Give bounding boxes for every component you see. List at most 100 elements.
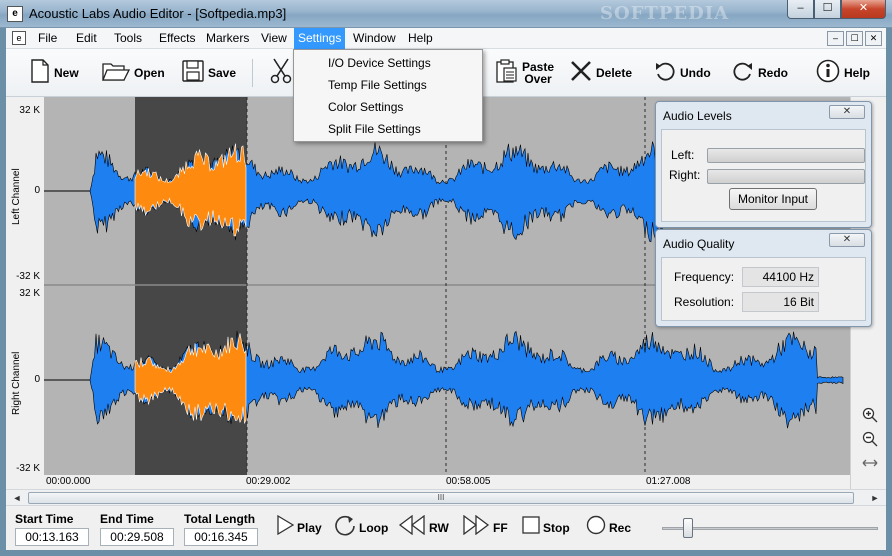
stop-label: Stop bbox=[543, 521, 570, 535]
frequency-value: 44100 Hz bbox=[742, 267, 819, 287]
x-icon bbox=[570, 60, 592, 87]
time-ruler: 00:00.000 00:29.002 00:58.005 01:27.008 bbox=[44, 475, 850, 489]
mdi-minimize-button[interactable]: – bbox=[827, 31, 844, 46]
audio-quality-panel: Audio Quality ✕ Frequency: 44100 Hz Reso… bbox=[655, 229, 872, 327]
monitor-input-button[interactable]: Monitor Input bbox=[729, 188, 817, 210]
fast-forward-button[interactable]: FF bbox=[462, 514, 508, 540]
title-bar: e Acoustic Labs Audio Editor - [Softpedi… bbox=[0, 0, 892, 28]
menu-view[interactable]: View bbox=[257, 28, 291, 49]
loop-button[interactable]: Loop bbox=[334, 515, 389, 540]
menu-window[interactable]: Window bbox=[349, 28, 400, 49]
left-channel-label: Left Channel bbox=[11, 168, 22, 225]
open-button[interactable]: Open bbox=[102, 57, 165, 89]
resolution-value: 16 Bit bbox=[742, 292, 819, 312]
delete-button[interactable]: Delete bbox=[570, 57, 632, 89]
menu-edit[interactable]: Edit bbox=[72, 28, 101, 49]
minimize-button[interactable]: – bbox=[787, 0, 814, 19]
zoom-fit-icon[interactable] bbox=[861, 455, 879, 473]
paste-over-label: Paste Over bbox=[522, 61, 554, 85]
scissors-icon bbox=[270, 58, 292, 89]
menu-markers[interactable]: Markers bbox=[202, 28, 253, 49]
menu-effects[interactable]: Effects bbox=[155, 28, 199, 49]
audio-levels-title: Audio Levels bbox=[663, 109, 732, 123]
ff-label: FF bbox=[493, 521, 508, 535]
scroll-thumb[interactable]: III bbox=[28, 492, 854, 504]
stop-button[interactable]: Stop bbox=[522, 516, 570, 540]
app-icon: e bbox=[7, 6, 23, 22]
paste-over-button[interactable]: Paste Over bbox=[496, 57, 554, 89]
color-settings-item[interactable]: Color Settings bbox=[328, 96, 403, 118]
right-y-mid: 0 bbox=[34, 374, 40, 385]
folder-icon bbox=[102, 60, 131, 87]
audio-levels-close-button[interactable]: ✕ bbox=[829, 105, 865, 119]
watermark: SOFTPEDIA bbox=[600, 3, 730, 24]
save-label: Save bbox=[208, 66, 237, 80]
play-button[interactable]: Play bbox=[276, 514, 322, 541]
cut-button[interactable] bbox=[270, 57, 292, 89]
horizontal-scrollbar[interactable]: ◄ III ► bbox=[6, 489, 886, 506]
menu-settings[interactable]: Settings bbox=[294, 28, 346, 49]
time-label-2: 00:58.005 bbox=[446, 476, 491, 487]
amplitude-axis: 32 K 0 -32 K 32 K 0 -32 K Left Channel R… bbox=[6, 97, 44, 477]
menu-file[interactable]: File bbox=[34, 28, 61, 49]
time-label-3: 01:27.008 bbox=[646, 476, 691, 487]
start-time-field: Start Time 00:13.163 bbox=[15, 512, 89, 546]
undo-label: Undo bbox=[680, 66, 711, 80]
zoom-in-icon[interactable] bbox=[861, 407, 879, 425]
right-level-meter bbox=[707, 169, 865, 184]
audio-levels-panel: Audio Levels ✕ Left: Right: Monitor Inpu… bbox=[655, 101, 872, 228]
close-button[interactable]: ✕ bbox=[841, 0, 886, 19]
zoom-out-icon[interactable] bbox=[861, 431, 879, 449]
toolbar-separator bbox=[252, 59, 253, 87]
end-time-value[interactable]: 00:29.508 bbox=[100, 528, 174, 546]
help-button[interactable]: Help bbox=[816, 57, 870, 89]
total-length-value: 00:16.345 bbox=[184, 528, 258, 546]
split-file-settings-item[interactable]: Split File Settings bbox=[328, 118, 421, 140]
scroll-right-icon[interactable]: ► bbox=[867, 491, 883, 505]
delete-label: Delete bbox=[596, 66, 633, 80]
new-file-icon bbox=[30, 58, 50, 88]
menu-help[interactable]: Help bbox=[404, 28, 437, 49]
audio-quality-title: Audio Quality bbox=[663, 237, 735, 251]
menu-tools[interactable]: Tools bbox=[110, 28, 146, 49]
rw-label: RW bbox=[429, 521, 449, 535]
info-icon bbox=[816, 59, 840, 88]
end-time-label: End Time bbox=[100, 512, 154, 526]
maximize-button[interactable]: ☐ bbox=[814, 0, 841, 19]
left-y-mid: 0 bbox=[34, 185, 40, 196]
volume-slider-track[interactable] bbox=[662, 527, 878, 530]
mdi-close-button[interactable]: ✕ bbox=[865, 31, 882, 46]
frequency-label: Frequency: bbox=[674, 270, 735, 284]
start-time-value[interactable]: 00:13.163 bbox=[15, 528, 89, 546]
new-button[interactable]: New bbox=[30, 57, 79, 89]
save-button[interactable]: Save bbox=[182, 57, 236, 89]
document-icon[interactable]: e bbox=[12, 31, 26, 45]
loop-label: Loop bbox=[359, 521, 389, 535]
help-label: Help bbox=[844, 66, 871, 80]
start-time-label: Start Time bbox=[15, 512, 74, 526]
transport-panel: Start Time 00:13.163 End Time 00:29.508 … bbox=[6, 506, 886, 550]
redo-button[interactable]: Redo bbox=[732, 57, 788, 89]
open-label: Open bbox=[134, 66, 165, 80]
audio-quality-close-button[interactable]: ✕ bbox=[829, 233, 865, 247]
record-button[interactable]: Rec bbox=[586, 515, 631, 540]
right-y-top: 32 K bbox=[19, 288, 40, 299]
mdi-restore-button[interactable]: ☐ bbox=[846, 31, 863, 46]
undo-button[interactable]: Undo bbox=[654, 57, 711, 89]
end-time-field: End Time 00:29.508 bbox=[100, 512, 174, 546]
menu-bar: e File Edit Tools Effects Markers View S… bbox=[6, 28, 886, 49]
io-device-settings-item[interactable]: I/O Device Settings bbox=[328, 52, 431, 74]
volume-slider-thumb[interactable] bbox=[683, 518, 693, 538]
time-label-1: 00:29.002 bbox=[246, 476, 291, 487]
total-length-label: Total Length bbox=[184, 512, 256, 526]
temp-file-settings-item[interactable]: Temp File Settings bbox=[328, 74, 427, 96]
time-label-0: 00:00.000 bbox=[46, 476, 91, 487]
play-icon bbox=[276, 514, 295, 541]
floppy-icon bbox=[182, 59, 204, 87]
rewind-button[interactable]: RW bbox=[398, 514, 449, 541]
scroll-left-icon[interactable]: ◄ bbox=[9, 491, 25, 505]
clipboard-icon bbox=[496, 58, 518, 88]
rewind-icon bbox=[398, 514, 426, 541]
left-y-bottom: -32 K bbox=[16, 271, 40, 282]
settings-dropdown: I/O Device Settings Temp File Settings C… bbox=[293, 49, 483, 142]
